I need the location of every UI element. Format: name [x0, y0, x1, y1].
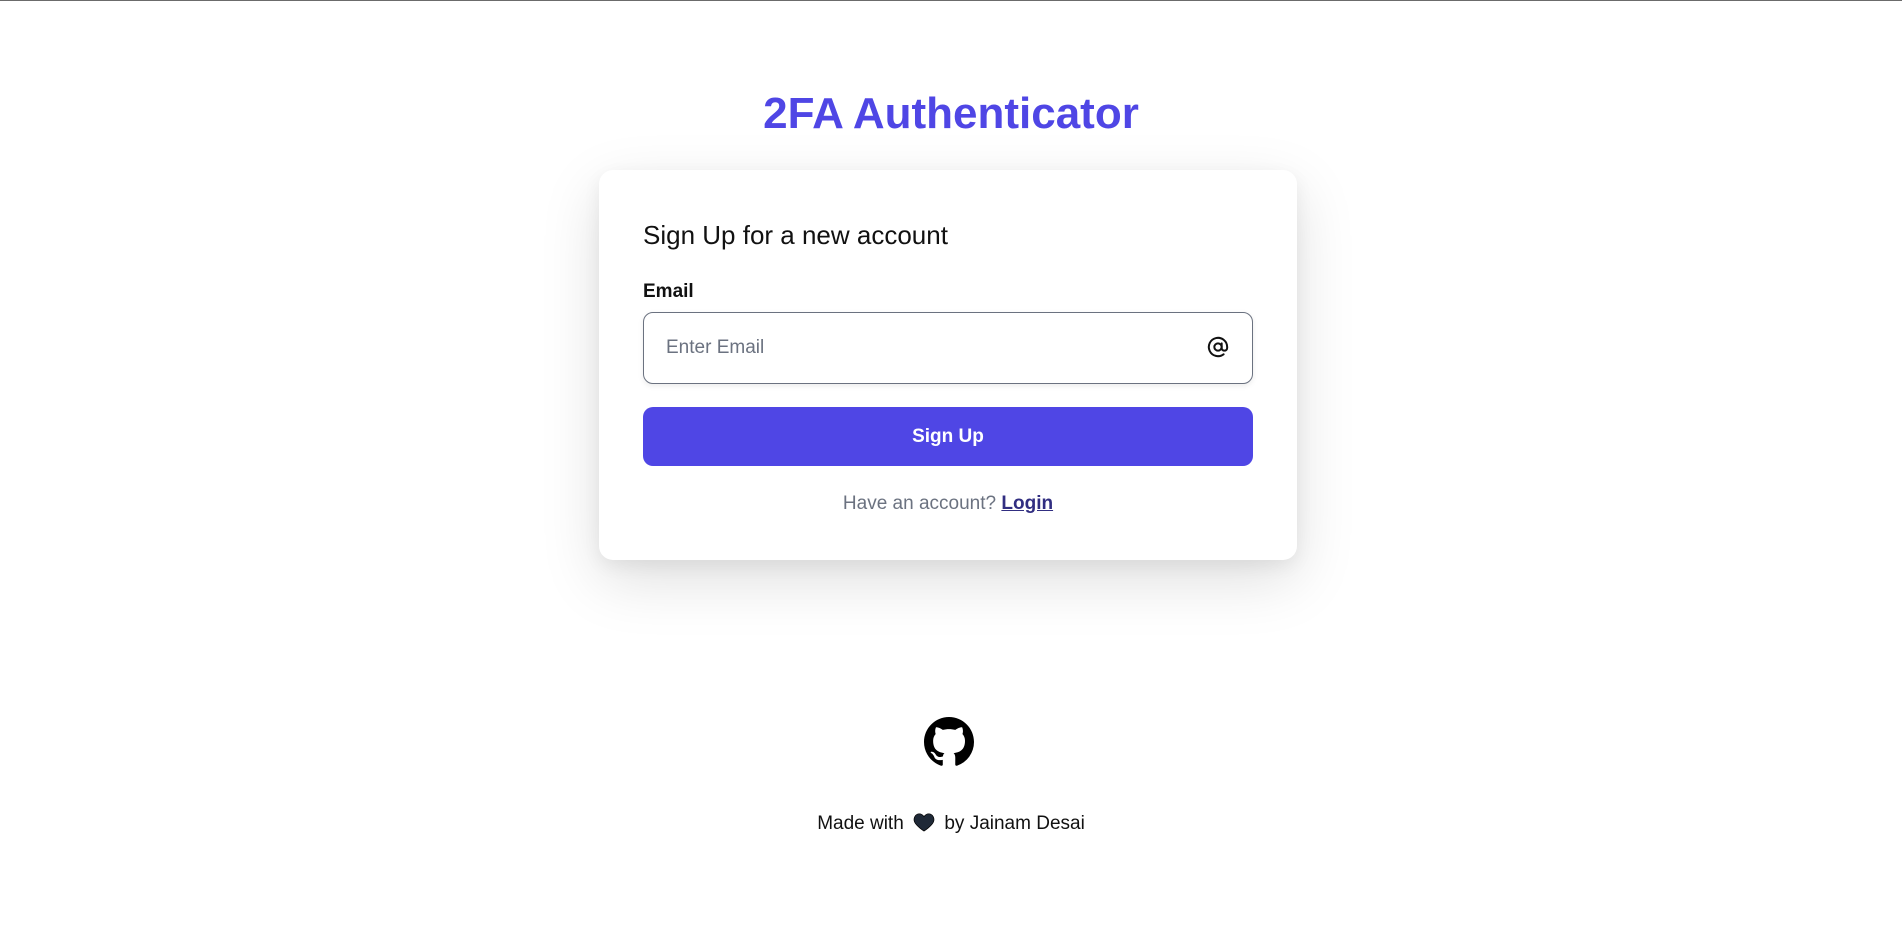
email-field[interactable]: [643, 312, 1253, 384]
signup-heading: Sign Up for a new account: [643, 220, 948, 250]
login-prompt-text: Have an account?: [842, 493, 997, 514]
top-divider: [0, 0, 1902, 1]
heart-icon: [913, 813, 935, 832]
app-title: 2FA Authenticator: [763, 89, 1139, 138]
login-link[interactable]: Login: [1001, 493, 1053, 514]
at-sign-icon: [1204, 333, 1232, 361]
footer-credit: Made with by Jainam Desai: [0, 812, 1902, 836]
github-link[interactable]: [924, 717, 974, 767]
page: 2FA Authenticator Sign Up for a new acco…: [0, 0, 1902, 945]
author-text: by Jainam Desai: [944, 813, 1085, 834]
made-with-text: Made with: [817, 813, 904, 834]
github-icon: [924, 717, 974, 766]
email-input[interactable]: [644, 313, 1206, 382]
signup-card: Sign Up for a new account Email Sign Up …: [599, 170, 1297, 560]
login-prompt-line: Have an account? Login: [599, 492, 1297, 516]
signup-button[interactable]: Sign Up: [643, 407, 1253, 466]
email-label: Email: [643, 281, 694, 302]
